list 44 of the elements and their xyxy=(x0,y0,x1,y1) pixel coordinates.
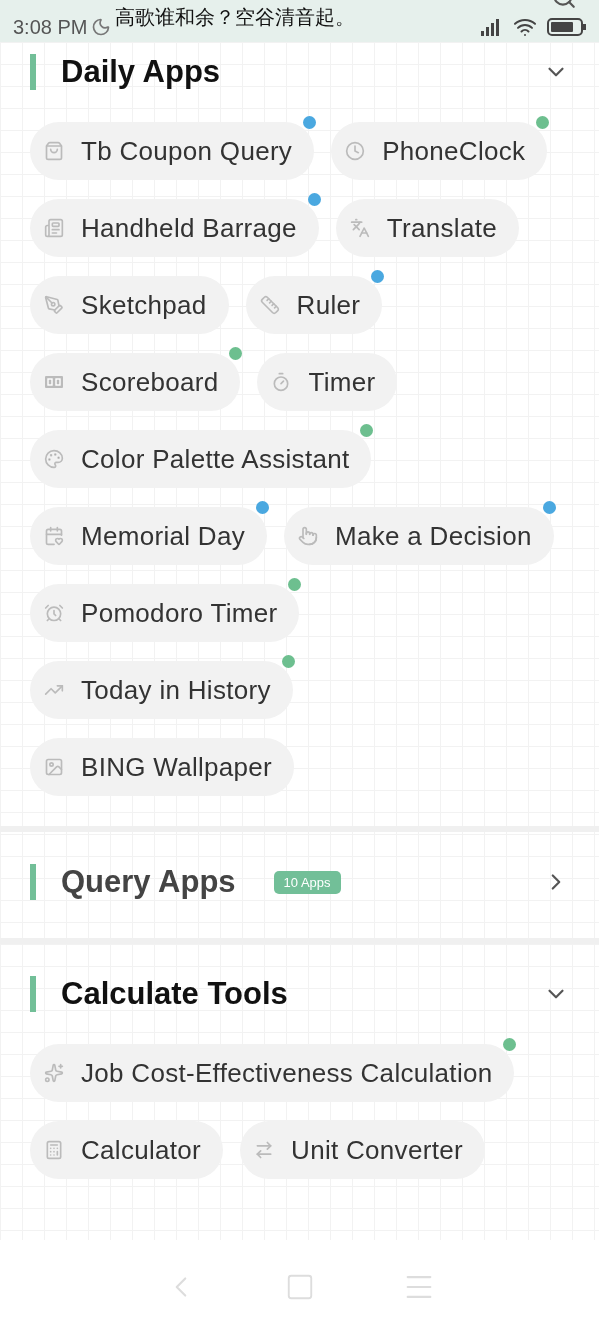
app-chip[interactable]: Timer xyxy=(257,353,398,411)
accent-bar xyxy=(30,54,36,90)
app-icon xyxy=(44,1063,64,1083)
section-header[interactable]: Daily Apps xyxy=(0,42,599,102)
section-title: Query Apps xyxy=(61,864,236,900)
app-icon xyxy=(44,757,64,777)
app-chip[interactable]: Color Palette Assistant xyxy=(30,430,372,488)
app-chip[interactable]: Ruler xyxy=(245,276,383,334)
moon-icon xyxy=(91,17,112,37)
app-chip[interactable]: Scoreboard xyxy=(30,353,241,411)
section-header[interactable]: Query Apps 10 Apps xyxy=(0,852,599,912)
app-chip[interactable]: Memorial Day xyxy=(30,507,267,565)
app-chip[interactable]: Calculator xyxy=(30,1121,224,1179)
section-title: Calculate Tools xyxy=(61,976,288,1012)
app-icon xyxy=(44,141,64,161)
app-icon xyxy=(44,526,64,546)
battery-icon xyxy=(547,17,587,37)
app-chip[interactable]: Tb Coupon Query xyxy=(30,122,315,180)
app-icon xyxy=(44,1140,64,1160)
app-icon xyxy=(259,295,280,315)
accent-bar xyxy=(30,976,36,1012)
app-icon xyxy=(44,449,64,469)
app-chip[interactable]: Unit Converter xyxy=(240,1121,485,1179)
app-chip[interactable]: BING Wallpaper xyxy=(30,738,295,796)
count-badge: 10 Apps xyxy=(273,870,341,894)
app-icon xyxy=(44,295,64,315)
app-chip[interactable]: PhoneClock xyxy=(331,122,548,180)
app-icon xyxy=(345,141,366,161)
app-icon xyxy=(44,218,64,238)
status-time: 3:08 PM xyxy=(13,15,88,40)
app-chip[interactable]: Translate xyxy=(335,199,519,257)
section-header[interactable]: Calculate Tools xyxy=(0,964,599,1024)
app-chip[interactable]: Pomodoro Timer xyxy=(30,584,300,642)
app-chip[interactable]: Make a Decision xyxy=(283,507,554,565)
app-icon xyxy=(297,526,318,546)
app-icon xyxy=(349,218,370,238)
app-icon xyxy=(44,603,64,623)
accent-bar xyxy=(30,864,36,900)
app-chip[interactable]: Sketchpad xyxy=(30,276,229,334)
section-title: Daily Apps xyxy=(61,54,221,90)
notification-text: 高歌谁和余？空谷清音起。 xyxy=(115,5,356,30)
app-chip[interactable]: Handheld Barrage xyxy=(30,199,319,257)
app-chip[interactable]: Job Cost-Effectiveness Calculation xyxy=(30,1044,515,1102)
app-chip[interactable]: Today in History xyxy=(30,661,293,719)
